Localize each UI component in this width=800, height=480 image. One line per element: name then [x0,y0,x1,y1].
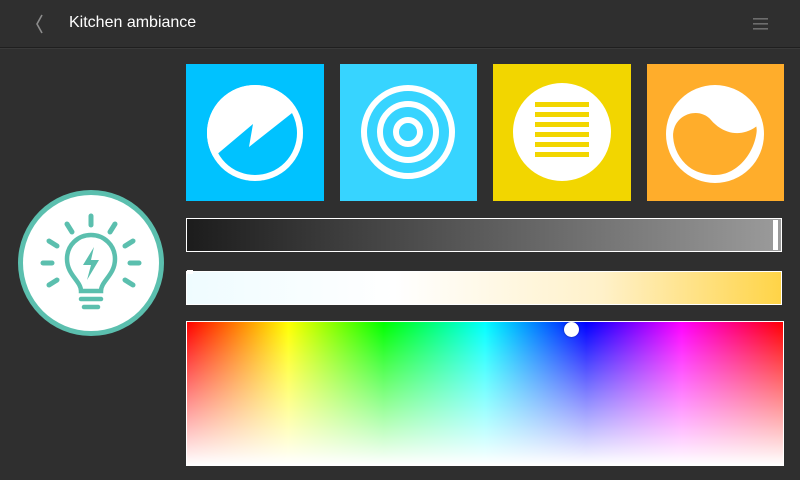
lightbulb-bolt-icon [18,190,164,336]
striped-circle-icon [513,83,611,181]
hamburger-menu-icon [753,18,768,30]
preset-tile-4[interactable] [647,64,785,201]
brightness-slider[interactable] [186,218,782,252]
light-status-badge [15,187,167,339]
color-temperature-slider[interactable] [186,270,782,305]
page-title: Kitchen ambiance [69,14,197,31]
preset-tile-3[interactable] [493,64,631,201]
back-button[interactable] [28,10,54,38]
menu-button[interactable] [746,12,774,36]
chevron-left-icon [36,14,43,34]
yin-yang-icon [666,85,764,183]
color-picker-saturation-overlay [187,322,783,465]
preset-tile-1[interactable] [186,64,324,201]
header-bar: Kitchen ambiance [0,0,800,48]
brightness-slider-handle[interactable] [773,220,778,250]
preset-tile-2[interactable] [340,64,478,201]
color-picker-handle[interactable] [564,322,579,337]
color-picker[interactable] [186,321,784,466]
color-temperature-slider-handle[interactable] [187,270,193,274]
